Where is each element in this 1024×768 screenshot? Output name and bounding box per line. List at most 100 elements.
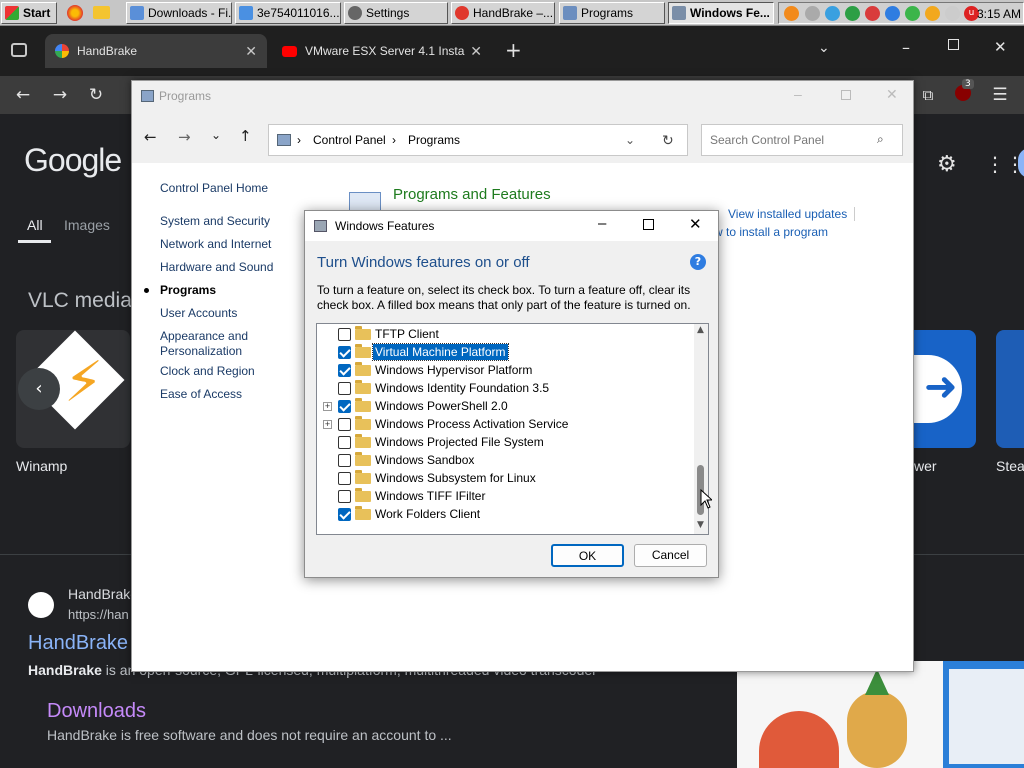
maximize-icon[interactable] [841,90,851,100]
restore-icon[interactable] [948,39,959,50]
extensions-icon[interactable]: ⧉ [915,82,941,108]
feature-row[interactable]: + Windows Process Activation Service [317,415,697,433]
view-installed-updates-link[interactable]: View installed updates [728,207,847,221]
back-icon[interactable]: ← [144,128,157,146]
card-label[interactable]: Stea [996,458,1024,474]
install-program-link[interactable]: w to install a program [714,225,828,239]
mute-tray-icon[interactable] [805,6,820,21]
close-icon[interactable]: ✕ [886,86,898,103]
back-icon[interactable]: ← [10,82,36,108]
new-tab-button[interactable]: + [505,38,522,62]
tab-all[interactable]: All [27,217,43,233]
sync-tray-icon[interactable] [885,6,900,21]
feature-checkbox[interactable] [338,508,351,521]
search-icon[interactable]: ⌕ [877,132,884,147]
recent-locations-icon[interactable]: ⌄ [211,128,221,142]
expand-icon[interactable]: + [323,420,332,429]
feature-row[interactable]: Windows Sandbox [317,451,697,469]
tab-vmware[interactable]: VMware ESX Server 4.1 Install - ✕ [272,34,492,68]
feature-checkbox[interactable] [338,472,351,485]
maximize-icon[interactable] [643,219,654,230]
close-tab-icon[interactable]: ✕ [245,43,257,60]
ok-button[interactable]: OK [551,544,624,567]
sidebar-item-hardware[interactable]: Hardware and Sound [160,260,273,274]
up-icon[interactable]: ↑ [239,127,252,145]
search-tray-icon[interactable] [784,6,799,21]
feature-label[interactable]: Windows Projected File System [373,434,546,450]
feature-label[interactable]: Virtual Machine Platform [372,343,509,361]
search-box[interactable]: Search Control Panel ⌕ [701,124,903,156]
feature-row[interactable]: TFTP Client [317,325,697,343]
scroll-up-icon[interactable]: ▲ [697,325,704,335]
sidebar-item-clock-region[interactable]: Clock and Region [160,364,255,378]
feature-row[interactable]: + Windows PowerShell 2.0 [317,397,697,415]
firefox-icon[interactable] [67,5,83,21]
forward-icon[interactable]: → [47,82,73,108]
address-dropdown-icon[interactable]: ⌄ [625,133,635,147]
feature-label[interactable]: Windows Subsystem for Linux [373,470,538,486]
sidebar-item-system-security[interactable]: System and Security [160,214,270,228]
breadcrumb-control-panel[interactable]: Control Panel [313,133,386,147]
sublink-downloads[interactable]: Downloads [47,700,146,723]
update-tray-icon[interactable] [905,6,920,21]
folder-icon[interactable] [93,6,110,19]
tab-images[interactable]: Images [64,217,110,233]
feature-checkbox[interactable] [338,418,351,431]
card-label[interactable]: Winamp [16,458,67,474]
close-window-icon[interactable]: ✕ [994,38,1007,56]
app-tray-icon[interactable] [865,6,880,21]
taskbar-button-settings[interactable]: Settings [344,2,448,24]
feature-checkbox[interactable] [338,346,351,359]
taskbar-button-downloads[interactable]: Downloads - Fi... [126,2,232,24]
close-tab-icon[interactable]: ✕ [470,43,482,60]
tab-search-icon[interactable] [11,43,27,57]
warning-tray-icon[interactable] [925,6,940,21]
shield-tray-icon[interactable] [845,6,860,21]
feature-row[interactable]: Windows TIFF IFilter [317,487,697,505]
menu-icon[interactable]: ☰ [987,82,1013,108]
teamviewer-card-image[interactable]: ➜ [914,330,976,448]
screenshot-thumbnail[interactable] [943,661,1024,768]
feature-label[interactable]: TFTP Client [373,326,441,342]
feature-checkbox[interactable] [338,400,351,413]
scroll-down-icon[interactable]: ▼ [697,520,704,530]
settings-gear-icon[interactable]: ⚙ [937,152,957,177]
feature-row[interactable]: Windows Hypervisor Platform [317,361,697,379]
feature-checkbox[interactable] [338,454,351,467]
breadcrumb-programs[interactable]: Programs [408,133,460,147]
programs-features-heading[interactable]: Programs and Features [393,186,551,203]
card-label[interactable]: wer [914,458,937,474]
feature-checkbox[interactable] [338,436,351,449]
minimize-icon[interactable]: – [794,86,802,102]
expand-icon[interactable]: + [323,402,332,411]
feature-label[interactable]: Windows PowerShell 2.0 [373,398,510,414]
fruit-image[interactable] [737,661,943,768]
help-icon[interactable]: ? [690,254,706,270]
feature-checkbox[interactable] [338,382,351,395]
tab-list-icon[interactable]: ⌄ [818,40,830,56]
clock[interactable]: 3:15 AM [977,7,1021,21]
forward-icon[interactable]: → [178,128,191,146]
sidebar-item-home[interactable]: Control Panel Home [160,181,268,195]
taskbar-button-windows-features[interactable]: Windows Fe... [668,2,774,24]
tab-handbrake[interactable]: HandBrake ✕ [45,34,267,68]
steam-card-image[interactable] [996,330,1024,448]
feature-checkbox[interactable] [338,328,351,341]
feature-label[interactable]: Windows Sandbox [373,452,476,468]
volume-tray-icon[interactable] [945,6,960,21]
feature-row[interactable]: Windows Projected File System [317,433,697,451]
google-logo[interactable]: Google [24,142,122,179]
refresh-icon[interactable]: ↻ [662,132,674,149]
reload-icon[interactable]: ↻ [83,82,109,108]
start-button[interactable]: Start [1,2,57,24]
close-icon[interactable]: ✕ [689,215,702,233]
feature-label[interactable]: Windows TIFF IFilter [373,488,487,504]
feature-label[interactable]: Work Folders Client [373,506,482,522]
sidebar-item-user-accounts[interactable]: User Accounts [160,306,237,320]
taskbar-button-programs[interactable]: Programs [559,2,665,24]
minimize-icon[interactable]: – [902,38,910,57]
cancel-button[interactable]: Cancel [634,544,707,567]
carousel-prev-button[interactable]: ‹ [18,368,60,410]
feature-label[interactable]: Windows Hypervisor Platform [373,362,534,378]
feature-row[interactable]: Windows Subsystem for Linux [317,469,697,487]
